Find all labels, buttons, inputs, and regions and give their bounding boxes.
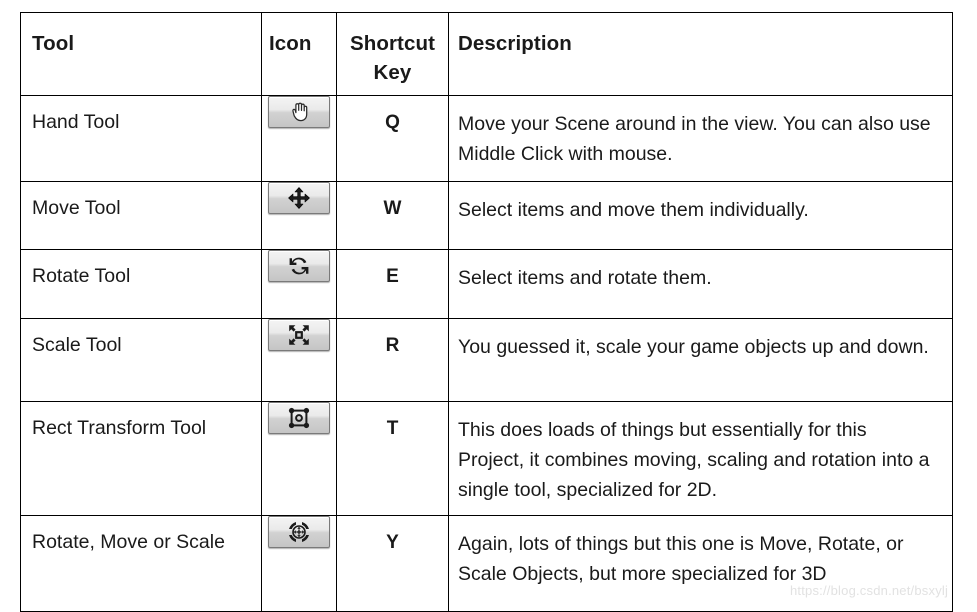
cell-tool-name: Move Tool xyxy=(20,181,262,250)
table-row: Move Tool W Select items and move them i… xyxy=(20,181,953,250)
cell-tool-icon xyxy=(261,401,337,516)
scale-tool-icon-button[interactable] xyxy=(268,319,330,351)
column-header-tool-label: Tool xyxy=(32,32,75,55)
shortcut-key-label: Q xyxy=(385,112,400,133)
rotate-move-scale-tool-icon-button[interactable] xyxy=(268,516,330,548)
cell-description: This does loads of things but essentiall… xyxy=(448,401,953,516)
tool-name-label: Rotate, Move or Scale xyxy=(32,531,225,553)
shortcut-key-label: Y xyxy=(386,532,399,553)
column-header-icon: Icon xyxy=(261,12,337,96)
table-body: Hand Tool Q Move your Scene around in th… xyxy=(20,95,953,612)
cell-tool-icon xyxy=(261,515,337,612)
page-root: Tool Icon Shortcut Key Description Hand … xyxy=(0,0,977,612)
cell-tool-name: Rect Transform Tool xyxy=(20,401,262,516)
column-header-icon-label: Icon xyxy=(269,32,312,55)
shortcut-key-label: T xyxy=(386,418,399,439)
column-header-shortcut-line1: Shortcut xyxy=(349,32,436,55)
column-header-shortcut-key: Shortcut Key xyxy=(336,12,449,96)
move-tool-icon-button[interactable] xyxy=(268,182,330,214)
description-text: This does loads of things but essentiall… xyxy=(458,419,930,501)
rect-transform-tool-icon xyxy=(288,407,310,429)
hand-tool-icon-button[interactable] xyxy=(268,96,330,128)
tool-name-label: Move Tool xyxy=(32,197,121,219)
description-text: Move your Scene around in the view. You … xyxy=(458,113,931,165)
table-row: Hand Tool Q Move your Scene around in th… xyxy=(20,95,953,182)
hand-tool-icon xyxy=(292,102,308,122)
cell-description: Select items and rotate them. xyxy=(448,249,953,319)
table-row: Rotate Tool E Select items and rotate th… xyxy=(20,249,953,319)
cell-description: Move your Scene around in the view. You … xyxy=(448,95,953,182)
cell-shortcut-key: Y xyxy=(336,515,449,612)
cell-shortcut-key: T xyxy=(336,401,449,516)
column-header-shortcut-line2: Key xyxy=(373,61,412,84)
shortcut-key-label: R xyxy=(385,335,400,356)
tool-name-label: Scale Tool xyxy=(32,334,122,356)
scale-tool-icon xyxy=(289,325,309,345)
description-text: Select items and move them individually. xyxy=(458,199,809,221)
cell-shortcut-key: W xyxy=(336,181,449,250)
column-header-shortcut-key-label: Shortcut Key xyxy=(337,13,448,87)
move-tool-icon xyxy=(288,187,310,209)
cell-tool-icon xyxy=(261,318,337,402)
cell-tool-name: Scale Tool xyxy=(20,318,262,402)
column-header-description: Description xyxy=(448,12,953,96)
cell-description: You guessed it, scale your game objects … xyxy=(448,318,953,402)
cell-tool-icon xyxy=(261,95,337,182)
shortcut-key-label: W xyxy=(383,198,402,219)
description-text: Select items and rotate them. xyxy=(458,267,712,289)
cell-tool-name: Rotate, Move or Scale xyxy=(20,515,262,612)
rotate-tool-icon xyxy=(289,257,309,275)
shortcut-key-label: E xyxy=(386,266,399,287)
cell-description: Select items and move them individually. xyxy=(448,181,953,250)
tool-name-label: Hand Tool xyxy=(32,111,120,133)
source-watermark: https://blog.csdn.net/bsxylj xyxy=(790,583,949,598)
cell-shortcut-key: Q xyxy=(336,95,449,182)
cell-tool-icon xyxy=(261,249,337,319)
tool-name-label: Rect Transform Tool xyxy=(32,417,207,439)
rect-transform-tool-icon-button[interactable] xyxy=(268,402,330,434)
description-text: You guessed it, scale your game objects … xyxy=(458,336,929,358)
rotate-move-scale-tool-icon xyxy=(289,522,309,542)
cell-tool-icon xyxy=(261,181,337,250)
table-row: Scale Tool R You guessed it, scale your … xyxy=(20,318,953,402)
table-row: Rect Transform Tool T This does loads of… xyxy=(20,401,953,516)
tool-name-label: Rotate Tool xyxy=(32,265,131,287)
column-header-tool: Tool xyxy=(20,12,262,96)
cell-tool-name: Rotate Tool xyxy=(20,249,262,319)
cell-shortcut-key: E xyxy=(336,249,449,319)
unity-tools-table: Tool Icon Shortcut Key Description Hand … xyxy=(20,12,953,612)
column-header-description-label: Description xyxy=(458,32,572,55)
rotate-tool-icon-button[interactable] xyxy=(268,250,330,282)
cell-shortcut-key: R xyxy=(336,318,449,402)
table-header-row: Tool Icon Shortcut Key Description xyxy=(20,12,953,96)
cell-tool-name: Hand Tool xyxy=(20,95,262,182)
